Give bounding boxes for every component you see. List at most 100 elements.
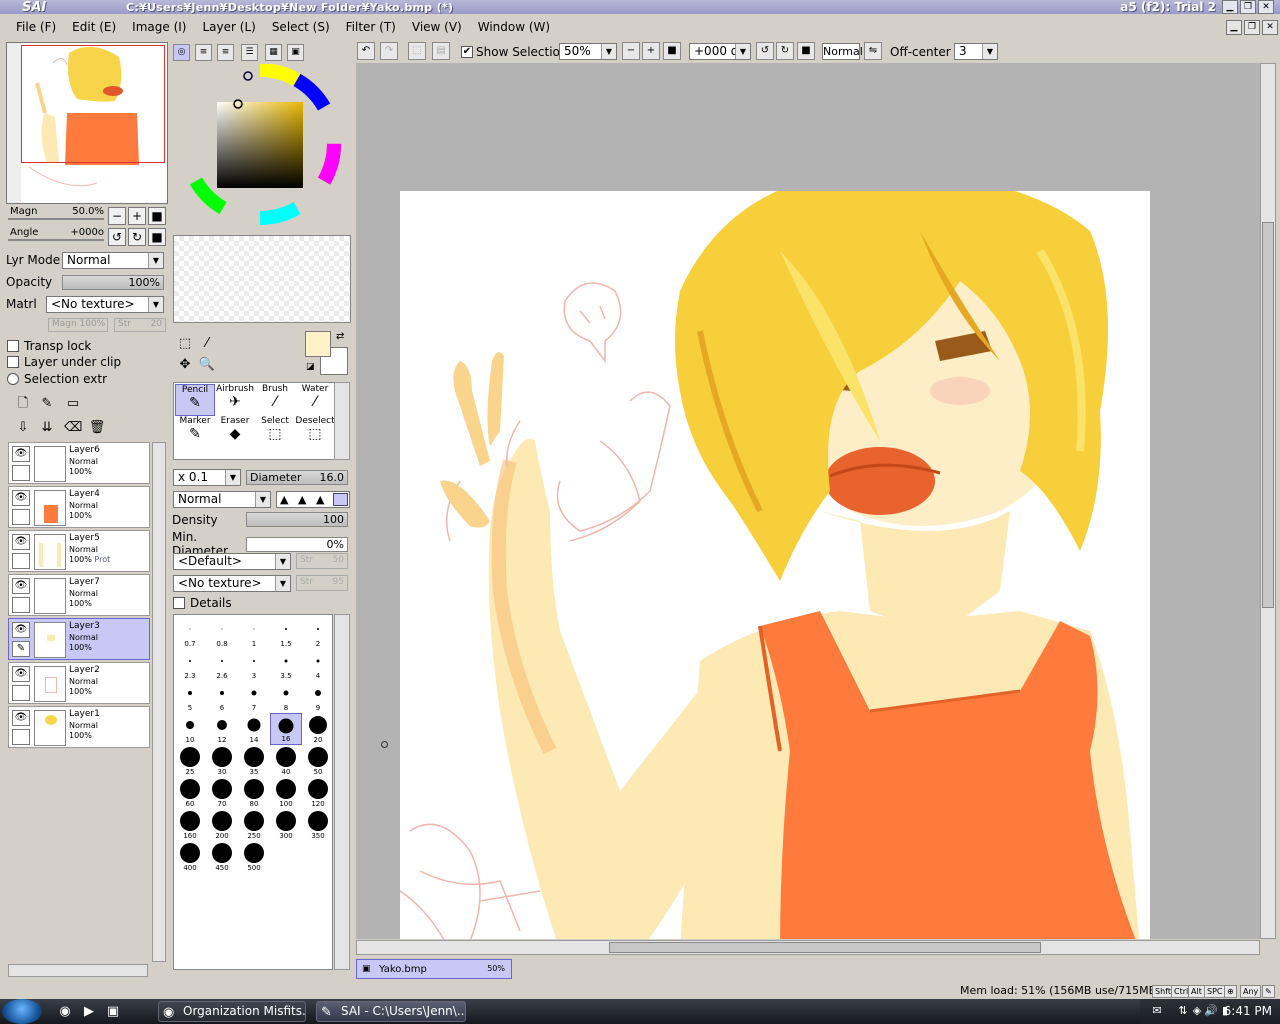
rotate-right-button[interactable]: ↻ (128, 228, 146, 246)
edge-soft-icon[interactable]: ▲ (280, 493, 288, 506)
rotate-left-button[interactable]: ↺ (108, 228, 126, 246)
zoom-icon[interactable]: 🔍 (198, 356, 216, 374)
brush-size-option[interactable]: 5 (174, 681, 206, 713)
brush-size-option[interactable]: 500 (238, 841, 270, 873)
eye-icon[interactable]: 👁 (12, 710, 30, 726)
redo-icon[interactable]: ↷ (380, 42, 398, 60)
color-wheel-tab-icon[interactable]: ◎ (173, 44, 190, 61)
eye-icon[interactable]: 👁 (12, 578, 30, 594)
firefox-quicklaunch-icon[interactable]: ◉ (56, 1003, 74, 1021)
zoom-out-button[interactable]: − (108, 207, 126, 225)
brush-select[interactable]: Select ⬚ (255, 416, 295, 448)
brush-size-option[interactable]: 1.5 (270, 617, 302, 649)
eye-icon[interactable]: 👁 (12, 490, 30, 506)
new-folder-icon[interactable]: ▭ (64, 395, 82, 413)
density-slider[interactable]: 100 (246, 512, 348, 527)
network-icon[interactable]: ⇅ (1176, 1004, 1190, 1018)
lock-toggle[interactable] (12, 553, 30, 569)
canvas-zoom-in-button[interactable]: + (642, 42, 660, 60)
move-icon[interactable]: ✥ (176, 356, 194, 374)
canvas-rotate-left-icon[interactable]: ↺ (756, 42, 774, 60)
brush-size-option[interactable]: 100 (270, 777, 302, 809)
brush-size-option[interactable]: 120 (302, 777, 334, 809)
clear-layer-icon[interactable]: ⌫ (64, 419, 82, 437)
color-wheel[interactable] (172, 63, 352, 232)
menu-file[interactable]: File (F) (8, 20, 64, 34)
clock[interactable]: 6:41 PM (1224, 1004, 1272, 1018)
size-grid-scrollbar[interactable] (334, 614, 350, 970)
reset-colors-icon[interactable]: ◪ (306, 362, 315, 372)
brush-deselect[interactable]: Deselect ⬚ (295, 416, 335, 448)
brush-size-option[interactable]: 250 (238, 809, 270, 841)
canvas-rotate-reset-icon[interactable]: ■ (797, 42, 815, 60)
menu-edit[interactable]: Edit (E) (64, 20, 124, 34)
selection-extr-radio[interactable]: Selection extr (7, 372, 107, 386)
navigator-preview[interactable] (6, 42, 168, 204)
edge-medium-icon[interactable]: ▲ (298, 493, 306, 506)
layer-list-hscrollbar[interactable] (8, 964, 148, 977)
gmail-icon[interactable]: ✉ (1150, 1004, 1164, 1018)
primary-color-swatch[interactable] (305, 331, 331, 357)
menu-window[interactable]: Window (W) (470, 20, 558, 34)
new-layer-icon[interactable]: 🗋 (14, 395, 32, 413)
rgb-slider-tab-icon[interactable]: ≡ (195, 44, 212, 61)
diameter-slider[interactable]: Diameter 16.0 (246, 470, 348, 485)
lock-toggle[interactable] (12, 597, 30, 613)
hsv-slider-tab-icon[interactable]: ≡ (217, 44, 234, 61)
lock-toggle[interactable] (12, 465, 30, 481)
zoom-select[interactable]: 50% ▼ (559, 43, 617, 60)
close-button[interactable]: ✕ (1258, 0, 1274, 14)
brush-texture-select[interactable]: <No texture> ▼ (173, 575, 291, 592)
brush-size-option[interactable]: 0.7 (174, 617, 206, 649)
canvas-zoom-reset-button[interactable]: ■ (663, 42, 681, 60)
brush-size-option[interactable]: 40 (270, 745, 302, 777)
maximize-button[interactable]: ❐ (1240, 0, 1256, 14)
size-multiplier-select[interactable]: x 0.1 ▼ (173, 469, 241, 486)
brush-water[interactable]: Water ⁄ (295, 384, 335, 416)
lock-toggle[interactable] (12, 685, 30, 701)
layer-item[interactable]: 👁 Layer6 Normal 100% (8, 442, 150, 484)
lock-toggle[interactable] (12, 729, 30, 745)
delete-layer-icon[interactable]: 🗑 (88, 419, 106, 437)
rotation-select[interactable]: +000 o ▼ (689, 43, 751, 60)
rect-select-icon[interactable]: ⬚ (176, 335, 194, 353)
opacity-slider[interactable]: 100% (62, 274, 164, 290)
media-quicklaunch-icon[interactable]: ▶ (80, 1003, 98, 1021)
zoom-in-button[interactable]: + (128, 207, 146, 225)
brush-size-option[interactable]: 350 (302, 809, 334, 841)
taskbar-task-browser[interactable]: ◉ Organization Misfits... (158, 1001, 306, 1022)
swatches-tab-icon[interactable]: ▦ (265, 44, 282, 61)
layer-item[interactable]: 👁 Layer4 Normal 100% (8, 486, 150, 528)
menu-image[interactable]: Image (I) (124, 20, 194, 34)
view-blend-mode[interactable]: Normal (822, 43, 863, 60)
brush-size-option[interactable]: 25 (174, 745, 206, 777)
brush-size-option[interactable]: 70 (206, 777, 238, 809)
document-tab[interactable]: ▣ Yako.bmp 50% (356, 959, 512, 979)
eye-icon[interactable]: 👁 (12, 446, 30, 462)
layer-mode-select[interactable]: Normal ▼ (62, 251, 164, 269)
angle-slider[interactable]: Angle +000o (8, 227, 104, 245)
invert-selection-icon[interactable]: ▤ (432, 42, 450, 60)
app-quicklaunch-icon[interactable]: ▣ (104, 1003, 122, 1021)
eye-icon[interactable]: 👁 (12, 622, 30, 638)
brush-size-option[interactable]: 400 (174, 841, 206, 873)
layer-item[interactable]: 👁 Layer1 Normal 100% (8, 706, 150, 748)
layer-item[interactable]: 👁 Layer2 Normal 100% (8, 662, 150, 704)
deselect-icon[interactable]: ⬚ (408, 42, 426, 60)
menu-select[interactable]: Select (S) (264, 20, 338, 34)
taskbar-task-sai[interactable]: ✎ SAI - C:\Users\Jenn\... (316, 1001, 466, 1022)
eye-icon[interactable]: 👁 (12, 534, 30, 550)
transp-lock-checkbox[interactable]: Transp lock (7, 339, 91, 353)
off-center-select[interactable]: 3 ▼ (954, 43, 998, 60)
magn-slider[interactable]: Magn 50.0% (8, 206, 104, 224)
new-vector-layer-icon[interactable]: ✎ (38, 395, 56, 413)
edge-hardness-selector[interactable]: ▲ ▲ ▲ (276, 491, 350, 508)
eye-icon[interactable]: 👁 (12, 666, 30, 682)
brush-size-option[interactable]: 35 (238, 745, 270, 777)
navigator-view-rect[interactable] (21, 45, 165, 163)
brush-eraser[interactable]: Eraser ◆ (215, 416, 255, 448)
color-list-tab-icon[interactable]: ☰ (241, 44, 258, 61)
doc-restore-button[interactable]: ❐ (1244, 20, 1260, 35)
drawing-paper[interactable] (399, 171, 1150, 939)
brush-size-option[interactable]: 20 (302, 713, 334, 745)
